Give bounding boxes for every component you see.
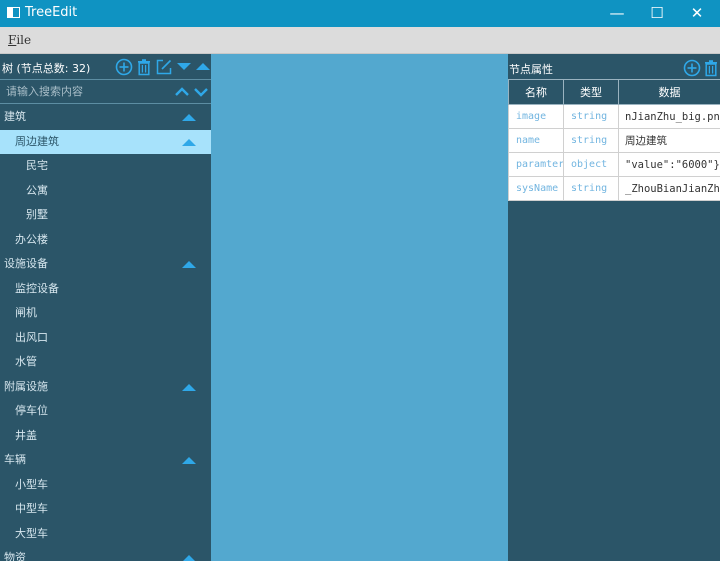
properties-title: 节点属性 xyxy=(509,63,553,76)
tree-node[interactable]: 建筑 xyxy=(0,105,211,130)
window-title: TreeEdit xyxy=(25,5,78,20)
tree-node-label: 小型车 xyxy=(15,477,48,491)
edit-node-icon[interactable] xyxy=(155,58,173,76)
collapse-caret-icon[interactable] xyxy=(182,138,196,146)
tree-node[interactable]: 附属设施 xyxy=(0,375,211,400)
tree-node-label: 大型车 xyxy=(15,526,48,540)
properties-panel-header: 节点属性 xyxy=(508,54,720,79)
move-down-icon[interactable] xyxy=(175,58,193,76)
tree-node[interactable]: 水管 xyxy=(0,350,211,375)
column-header-name[interactable]: 名称 xyxy=(508,79,564,105)
properties-grid: 名称 类型 数据 image string nJianZhu_big.png name… xyxy=(508,79,720,201)
tree-node-label: 设施设备 xyxy=(4,257,48,270)
tree-node[interactable]: 车辆 xyxy=(0,448,211,473)
collapse-caret-icon[interactable] xyxy=(182,457,196,464)
property-type-cell[interactable]: string xyxy=(563,176,619,201)
tree-node-label: 建筑 xyxy=(4,110,26,123)
menu-bar: File xyxy=(0,27,720,54)
search-next-icon[interactable] xyxy=(193,85,209,99)
column-header-type[interactable]: 类型 xyxy=(563,79,619,105)
tree-panel-header: 树 (节点总数: 32) xyxy=(0,54,211,79)
maximize-button[interactable]: ☐ xyxy=(637,0,677,27)
properties-grid-body: image string nJianZhu_big.png name string 周边建… xyxy=(508,104,720,201)
tree-node-label: 车辆 xyxy=(4,453,26,466)
property-row[interactable]: sysName string _ZhouBianJianZhu xyxy=(508,176,720,201)
collapse-caret-icon[interactable] xyxy=(182,114,196,121)
tree-node[interactable]: 小型车 xyxy=(0,473,211,498)
delete-node-icon[interactable] xyxy=(135,58,153,76)
tree-node-label: 井盖 xyxy=(15,428,37,442)
tree-panel: 树 (节点总数: 32) 请输入搜索内容 建筑 周边建筑 民宅 公寓 别墅 办公… xyxy=(0,54,211,561)
tree-node-label: 闸机 xyxy=(15,306,37,319)
property-name-cell[interactable]: paramter xyxy=(508,152,564,177)
title-bar: TreeEdit — ☐ ✕ xyxy=(0,0,720,27)
tree-node[interactable]: 井盖 xyxy=(0,424,211,449)
tree-node-label: 公寓 xyxy=(26,183,48,197)
column-header-data[interactable]: 数据 xyxy=(618,79,720,105)
tree-node[interactable]: 监控设备 xyxy=(0,277,211,302)
tree-node[interactable]: 物资 xyxy=(0,546,211,561)
collapse-caret-icon[interactable] xyxy=(182,261,196,268)
tree-node[interactable]: 大型车 xyxy=(0,522,211,547)
property-type-cell[interactable]: object xyxy=(563,152,619,177)
property-row[interactable]: paramter object "value":"6000"}] xyxy=(508,152,720,177)
tree-node[interactable]: 民宅 xyxy=(0,154,211,179)
canvas-area[interactable] xyxy=(211,54,508,561)
property-data-cell[interactable]: _ZhouBianJianZhu xyxy=(618,176,720,201)
tree-view[interactable]: 建筑周边建筑民宅公寓别墅办公楼设施设备监控设备闸机出风口水管附属设施停车位井盖车… xyxy=(0,105,211,561)
tree-node-label: 监控设备 xyxy=(15,281,59,295)
tree-node-label: 周边建筑 xyxy=(15,134,59,148)
collapse-caret-icon[interactable] xyxy=(182,555,196,561)
tree-node-label: 物资 xyxy=(4,551,26,561)
tree-node[interactable]: 别墅 xyxy=(0,203,211,228)
tree-node[interactable]: 出风口 xyxy=(0,326,211,351)
tree-node-label: 水管 xyxy=(15,355,37,368)
menu-file-label: ile xyxy=(16,33,32,47)
tree-node-label: 停车位 xyxy=(15,404,48,417)
property-data-cell[interactable]: 周边建筑 xyxy=(618,128,720,153)
menu-file[interactable]: File xyxy=(8,33,31,47)
tree-node[interactable]: 公寓 xyxy=(0,179,211,204)
minimize-button[interactable]: — xyxy=(597,0,637,27)
tree-node-label: 办公楼 xyxy=(15,232,48,246)
property-type-cell[interactable]: string xyxy=(563,128,619,153)
tree-node[interactable]: 停车位 xyxy=(0,399,211,424)
tree-node[interactable]: 闸机 xyxy=(0,301,211,326)
property-type-cell[interactable]: string xyxy=(563,104,619,129)
property-data-cell[interactable]: "value":"6000"}] xyxy=(618,152,720,177)
app-window-icon xyxy=(7,7,20,18)
tree-node-label: 民宅 xyxy=(26,159,48,172)
tree-node-label: 出风口 xyxy=(15,330,48,344)
tree-node[interactable]: 中型车 xyxy=(0,497,211,522)
tree-node-label: 附属设施 xyxy=(4,379,48,393)
property-name-cell[interactable]: image xyxy=(508,104,564,129)
tree-node[interactable]: 周边建筑 xyxy=(0,129,211,154)
property-row[interactable]: image string nJianZhu_big.png xyxy=(508,104,720,129)
properties-panel: 节点属性 名称 类型 数据 image string nJianZhu_big.pn… xyxy=(508,54,720,561)
tree-node-count: 树 (节点总数: 32) xyxy=(2,62,91,75)
tree-node[interactable]: 办公楼 xyxy=(0,228,211,253)
tree-search-bar xyxy=(0,79,211,104)
move-up-icon[interactable] xyxy=(194,58,211,76)
delete-property-icon[interactable] xyxy=(702,59,720,77)
tree-node-label: 别墅 xyxy=(26,208,48,221)
property-name-cell[interactable]: name xyxy=(508,128,564,153)
tree-node-label: 中型车 xyxy=(15,502,48,515)
property-data-cell[interactable]: nJianZhu_big.png xyxy=(618,104,720,129)
tree-node[interactable]: 设施设备 xyxy=(0,252,211,277)
property-row[interactable]: name string 周边建筑 xyxy=(508,128,720,153)
add-property-icon[interactable] xyxy=(683,59,701,77)
add-node-icon[interactable] xyxy=(115,58,133,76)
property-name-cell[interactable]: sysName xyxy=(508,176,564,201)
search-prev-icon[interactable] xyxy=(174,85,190,99)
tree-search-input[interactable] xyxy=(6,83,166,100)
close-button[interactable]: ✕ xyxy=(677,0,717,27)
collapse-caret-icon[interactable] xyxy=(182,383,196,391)
